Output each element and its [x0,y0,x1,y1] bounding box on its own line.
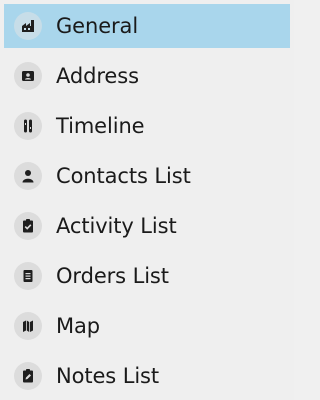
nav-item-label: Orders List [56,264,169,288]
document-list-icon [14,262,42,290]
nav-item-label: Activity List [56,214,177,238]
contact-card-icon [14,62,42,90]
nav-item-label: General [56,14,139,38]
nav-item-timeline[interactable]: Timeline [4,104,290,148]
industry-icon [14,12,42,40]
clipboard-edit-icon [14,362,42,390]
nav-item-label: Timeline [56,114,145,138]
nav-item-label: Notes List [56,364,160,388]
person-icon [14,162,42,190]
nav-item-notes-list[interactable]: Notes List [4,354,290,398]
navigation-list: General Address Timeline Contacts List A… [0,0,294,400]
nav-item-label: Map [56,314,101,338]
nav-item-general[interactable]: General [4,4,290,48]
map-icon [14,312,42,340]
timeline-icon [14,112,42,140]
nav-item-orders-list[interactable]: Orders List [4,254,290,298]
nav-item-label: Address [56,64,139,88]
nav-item-contacts-list[interactable]: Contacts List [4,154,290,198]
nav-item-activity-list[interactable]: Activity List [4,204,290,248]
nav-item-map[interactable]: Map [4,304,290,348]
nav-item-label: Contacts List [56,164,191,188]
clipboard-check-icon [14,212,42,240]
nav-item-address[interactable]: Address [4,54,290,98]
